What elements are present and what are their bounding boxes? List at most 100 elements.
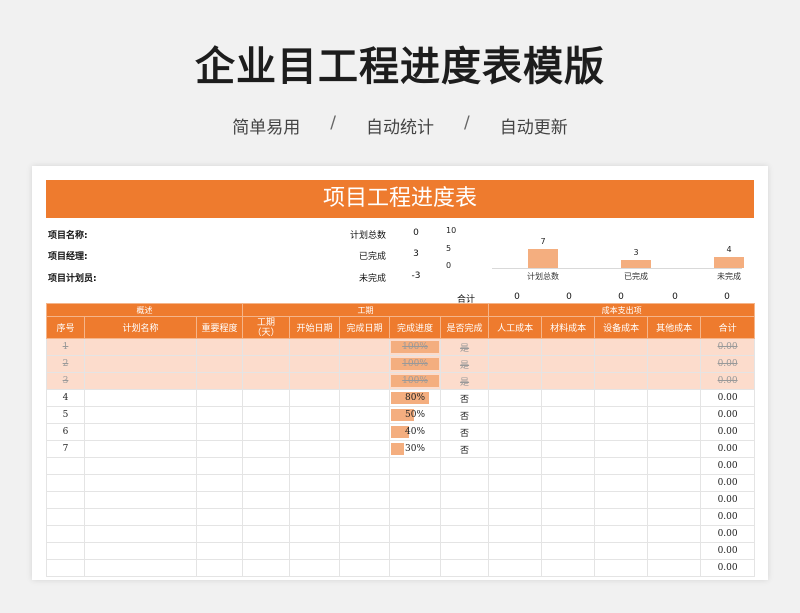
done-flag[interactable]: 是	[440, 338, 490, 356]
empty-cell[interactable]	[242, 389, 291, 407]
empty-cell[interactable]	[541, 440, 596, 458]
empty-cell[interactable]	[84, 406, 197, 424]
empty-cell[interactable]	[84, 559, 197, 577]
progress-cell[interactable]	[389, 559, 442, 577]
empty-cell[interactable]	[289, 474, 341, 492]
row-number[interactable]: 1	[46, 338, 85, 356]
empty-cell[interactable]	[594, 355, 649, 373]
empty-cell[interactable]	[242, 406, 291, 424]
empty-cell[interactable]	[84, 440, 197, 458]
empty-cell[interactable]	[339, 355, 391, 373]
empty-cell[interactable]	[242, 423, 291, 441]
empty-cell[interactable]	[647, 474, 702, 492]
empty-cell[interactable]	[289, 525, 341, 543]
empty-cell[interactable]	[84, 508, 197, 526]
empty-cell[interactable]	[541, 423, 596, 441]
empty-cell[interactable]	[541, 525, 596, 543]
empty-cell[interactable]	[647, 355, 702, 373]
row-number[interactable]	[46, 474, 85, 492]
row-number[interactable]	[46, 491, 85, 509]
row-number[interactable]	[46, 457, 85, 475]
row-total[interactable]: 0.00	[700, 457, 756, 475]
empty-cell[interactable]	[647, 542, 702, 560]
done-flag[interactable]	[440, 542, 490, 560]
empty-cell[interactable]	[195, 525, 244, 543]
empty-cell[interactable]	[488, 474, 543, 492]
empty-cell[interactable]	[242, 525, 291, 543]
empty-cell[interactable]	[289, 542, 341, 560]
progress-cell[interactable]: 50%	[389, 406, 442, 424]
empty-cell[interactable]	[647, 389, 702, 407]
empty-cell[interactable]	[488, 406, 543, 424]
empty-cell[interactable]	[488, 440, 543, 458]
row-number[interactable]	[46, 559, 85, 577]
empty-cell[interactable]	[594, 457, 649, 475]
empty-cell[interactable]	[594, 508, 649, 526]
empty-cell[interactable]	[84, 355, 197, 373]
row-total[interactable]: 0.00	[700, 474, 756, 492]
empty-cell[interactable]	[488, 355, 543, 373]
empty-cell[interactable]	[594, 389, 649, 407]
empty-cell[interactable]	[594, 491, 649, 509]
empty-cell[interactable]	[541, 491, 596, 509]
empty-cell[interactable]	[594, 525, 649, 543]
empty-cell[interactable]	[289, 406, 341, 424]
row-number[interactable]: 6	[46, 423, 85, 441]
empty-cell[interactable]	[242, 542, 291, 560]
empty-cell[interactable]	[339, 525, 391, 543]
done-flag[interactable]: 否	[440, 423, 490, 441]
empty-cell[interactable]	[84, 491, 197, 509]
row-total[interactable]: 0.00	[700, 372, 756, 390]
empty-cell[interactable]	[339, 372, 391, 390]
progress-cell[interactable]: 100%	[389, 338, 442, 356]
empty-cell[interactable]	[339, 559, 391, 577]
empty-cell[interactable]	[289, 372, 341, 390]
empty-cell[interactable]	[195, 355, 244, 373]
empty-cell[interactable]	[195, 440, 244, 458]
done-flag[interactable]	[440, 491, 490, 509]
empty-cell[interactable]	[84, 525, 197, 543]
done-flag[interactable]	[440, 457, 490, 475]
row-number[interactable]	[46, 542, 85, 560]
empty-cell[interactable]	[195, 457, 244, 475]
done-flag[interactable]: 是	[440, 355, 490, 373]
empty-cell[interactable]	[339, 423, 391, 441]
empty-cell[interactable]	[488, 508, 543, 526]
empty-cell[interactable]	[242, 338, 291, 356]
empty-cell[interactable]	[647, 406, 702, 424]
progress-cell[interactable]: 30%	[389, 440, 442, 458]
empty-cell[interactable]	[84, 474, 197, 492]
empty-cell[interactable]	[195, 423, 244, 441]
empty-cell[interactable]	[647, 457, 702, 475]
empty-cell[interactable]	[195, 559, 244, 577]
done-flag[interactable]: 否	[440, 406, 490, 424]
progress-cell[interactable]	[389, 457, 442, 475]
empty-cell[interactable]	[541, 559, 596, 577]
empty-cell[interactable]	[541, 542, 596, 560]
empty-cell[interactable]	[84, 542, 197, 560]
row-total[interactable]: 0.00	[700, 542, 756, 560]
empty-cell[interactable]	[339, 406, 391, 424]
empty-cell[interactable]	[488, 542, 543, 560]
empty-cell[interactable]	[488, 457, 543, 475]
empty-cell[interactable]	[541, 457, 596, 475]
done-flag[interactable]	[440, 474, 490, 492]
empty-cell[interactable]	[195, 474, 244, 492]
empty-cell[interactable]	[289, 423, 341, 441]
empty-cell[interactable]	[339, 440, 391, 458]
empty-cell[interactable]	[195, 338, 244, 356]
row-total[interactable]: 0.00	[700, 559, 756, 577]
empty-cell[interactable]	[339, 457, 391, 475]
row-number[interactable]: 2	[46, 355, 85, 373]
done-flag[interactable]: 否	[440, 389, 490, 407]
done-flag[interactable]	[440, 525, 490, 543]
empty-cell[interactable]	[647, 525, 702, 543]
row-total[interactable]: 0.00	[700, 423, 756, 441]
row-number[interactable]: 5	[46, 406, 85, 424]
empty-cell[interactable]	[488, 372, 543, 390]
empty-cell[interactable]	[594, 542, 649, 560]
row-number[interactable]	[46, 525, 85, 543]
empty-cell[interactable]	[541, 372, 596, 390]
empty-cell[interactable]	[647, 559, 702, 577]
empty-cell[interactable]	[339, 389, 391, 407]
